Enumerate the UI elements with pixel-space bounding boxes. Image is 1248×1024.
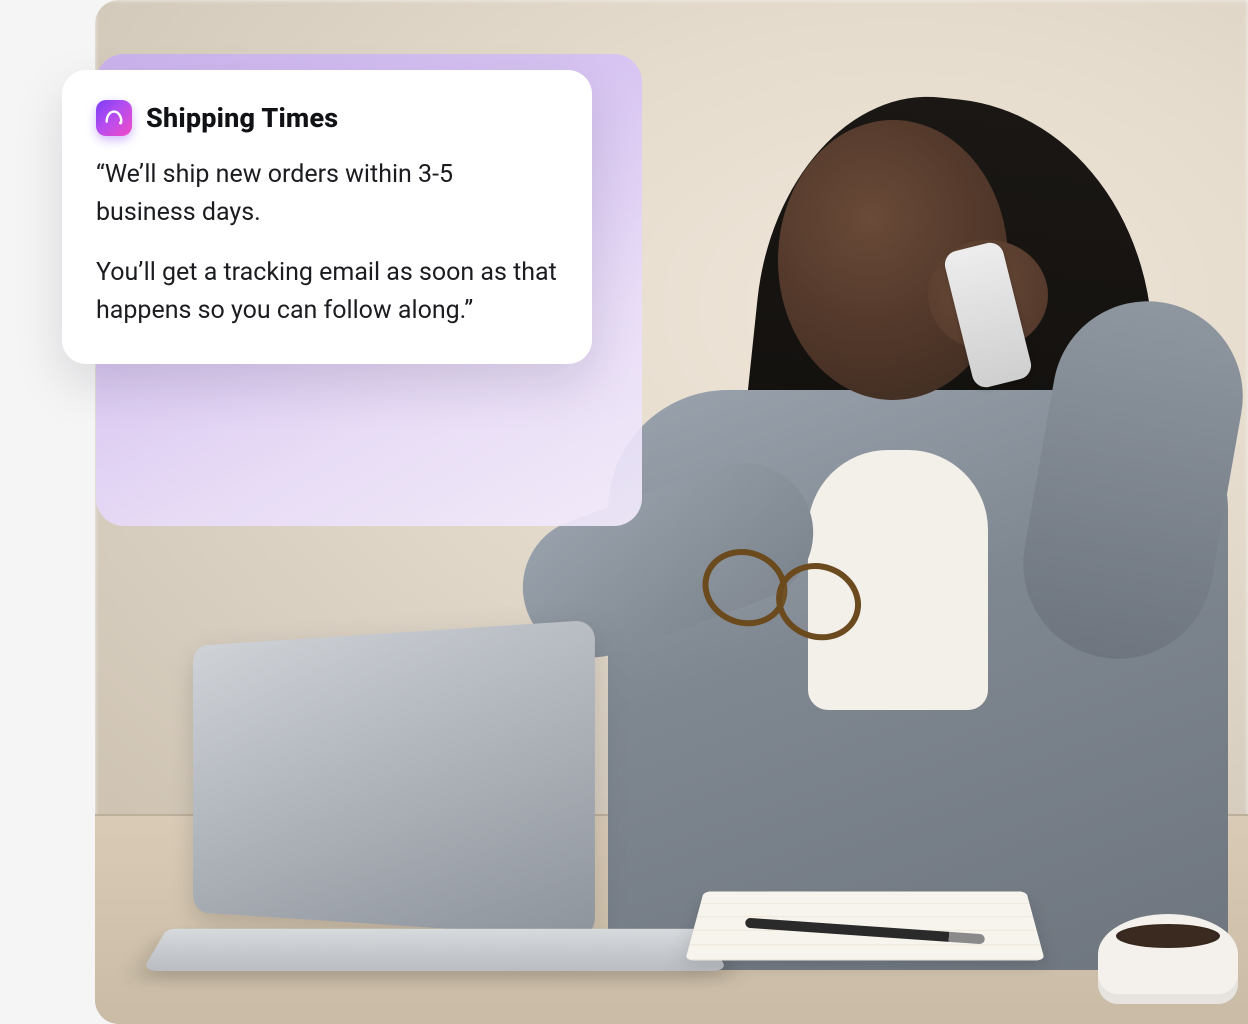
laptop-screen (193, 620, 595, 939)
laptop (155, 634, 695, 994)
laptop-base (142, 929, 728, 971)
card-title: Shipping Times (146, 102, 338, 134)
card-body: “We’ll ship new orders within 3-5 busine… (96, 156, 558, 330)
card-paragraph-2: You’ll get a tracking email as soon as t… (96, 254, 558, 330)
coffee-cup (1098, 914, 1238, 1004)
card-paragraph-1: “We’ll ship new orders within 3-5 busine… (96, 156, 558, 232)
ai-logo-icon (96, 100, 132, 136)
card-header: Shipping Times (96, 100, 558, 136)
info-card: Shipping Times “We’ll ship new orders wi… (62, 70, 592, 364)
info-card-wrap: Shipping Times “We’ll ship new orders wi… (32, 36, 592, 506)
